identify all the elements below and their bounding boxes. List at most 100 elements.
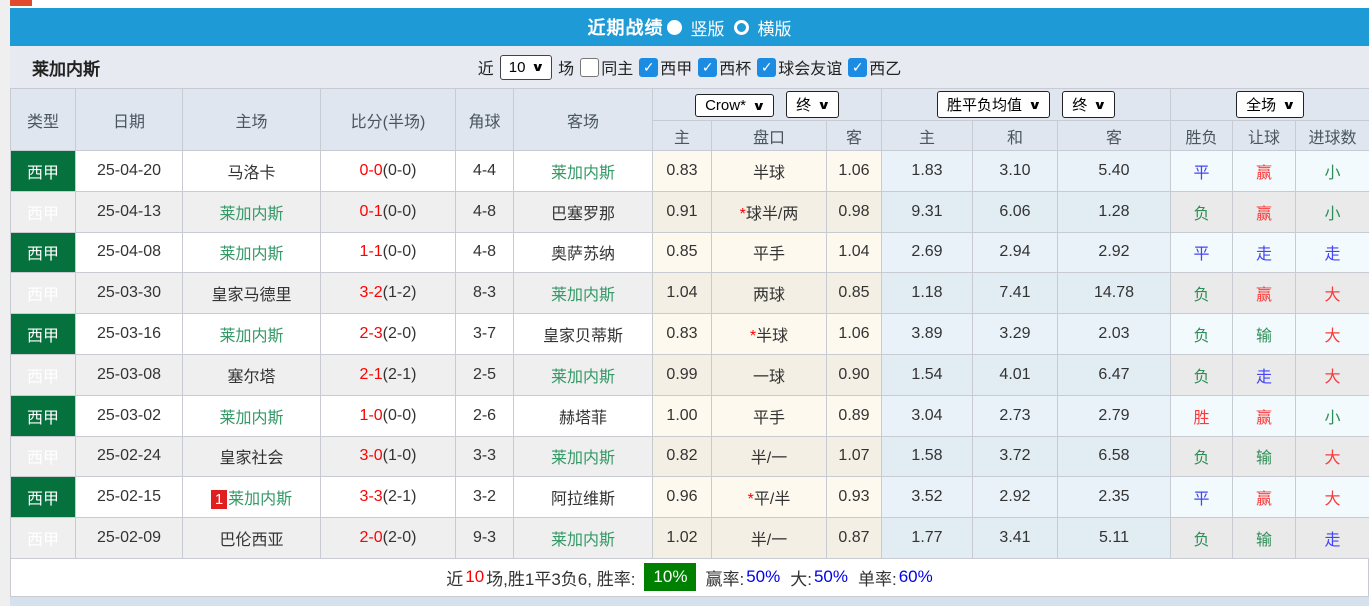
- home-team-name[interactable]: 皇家社会: [219, 450, 283, 467]
- ah-home-odds: 0.99: [653, 354, 712, 395]
- away-team-name[interactable]: 莱加内斯: [551, 369, 615, 386]
- away-team-name[interactable]: 赫塔菲: [559, 410, 607, 427]
- col-home: 主场: [183, 89, 321, 151]
- laliga-checkbox[interactable]: [639, 58, 658, 77]
- titlebar: 近期战绩 竖版 横版: [10, 8, 1369, 46]
- away-team-name[interactable]: 皇家贝蒂斯: [543, 328, 623, 345]
- away-team-name[interactable]: 莱加内斯: [551, 287, 615, 304]
- segunda-checkbox[interactable]: [848, 58, 867, 77]
- home-team-name[interactable]: 马洛卡: [227, 165, 275, 182]
- corners-cell: 8-3: [456, 273, 514, 314]
- horizontal-layout-label[interactable]: 横版: [758, 15, 792, 40]
- table-row: 西甲 25-02-15 1莱加内斯 3-3(2-1) 3-2 阿拉维斯 0.96…: [11, 477, 1369, 518]
- avg-draw-odds: 3.29: [973, 314, 1058, 355]
- fulltime-score: 3-2: [360, 284, 383, 301]
- result-handicap: 走: [1233, 354, 1296, 395]
- avg-home-odds: 1.77: [882, 518, 973, 559]
- result-wdl: 负: [1171, 436, 1233, 477]
- away-team-cell: 阿拉维斯: [514, 477, 653, 518]
- copa-checkbox[interactable]: [698, 58, 717, 77]
- league-badge: 西甲: [11, 191, 76, 232]
- scope-select[interactable]: 全场 ∨: [1236, 91, 1304, 118]
- ah-company-select[interactable]: Crow* ∨: [695, 94, 774, 117]
- away-team-name[interactable]: 巴塞罗那: [551, 206, 615, 223]
- away-team-name[interactable]: 莱加内斯: [551, 165, 615, 182]
- result-handicap: 输: [1233, 436, 1296, 477]
- avg-type-select[interactable]: 胜平负均值 ∨: [937, 91, 1050, 118]
- ah-time-select[interactable]: 终 ∨: [786, 91, 839, 118]
- home-team-cell: 塞尔塔: [183, 354, 321, 395]
- footer-single-label: 单率:: [858, 565, 897, 590]
- match-count-select[interactable]: 10 ∨: [500, 55, 552, 80]
- home-team-name[interactable]: 莱加内斯: [228, 491, 292, 508]
- same-home-label[interactable]: 同主: [601, 55, 633, 79]
- ah-line-text: 半/一: [751, 532, 787, 549]
- vertical-layout-radio[interactable]: [667, 20, 682, 35]
- chevron-down-icon: ∨: [1028, 98, 1042, 112]
- away-team-cell: 莱加内斯: [514, 273, 653, 314]
- score-cell: 3-0(1-0): [321, 436, 456, 477]
- avg-type-value: 胜平负均值: [947, 94, 1022, 115]
- halftime-score: (0-0): [383, 407, 417, 424]
- friendly-label[interactable]: 球会友谊: [778, 55, 842, 79]
- ah-away-odds: 0.89: [827, 395, 882, 436]
- segunda-label[interactable]: 西乙: [869, 55, 901, 79]
- home-team-name[interactable]: 莱加内斯: [219, 206, 283, 223]
- copa-filter: 西杯: [698, 55, 751, 79]
- home-team-name[interactable]: 莱加内斯: [219, 410, 283, 427]
- table-row: 西甲 25-02-09 巴伦西亚 2-0(2-0) 9-3 莱加内斯 1.02 …: [11, 518, 1369, 559]
- away-team-name[interactable]: 奥萨苏纳: [551, 246, 615, 263]
- score-cell: 0-1(0-0): [321, 191, 456, 232]
- score-cell: 2-1(2-1): [321, 354, 456, 395]
- ah-line-text: 平手: [753, 410, 785, 427]
- subcol-goals: 进球数: [1296, 121, 1369, 151]
- subcol-avg-draw: 和: [973, 121, 1058, 151]
- copa-label[interactable]: 西杯: [719, 55, 751, 79]
- avg-draw-odds: 3.10: [973, 151, 1058, 192]
- home-team-name[interactable]: 莱加内斯: [219, 328, 283, 345]
- corners-cell: 3-7: [456, 314, 514, 355]
- away-team-cell: 莱加内斯: [514, 354, 653, 395]
- footer-win-label: 赢率:: [705, 565, 744, 590]
- col-type: 类型: [11, 89, 76, 151]
- top-edge-strip: [10, 0, 1369, 8]
- result-handicap: 赢: [1233, 395, 1296, 436]
- footer-win-pct: 50%: [746, 567, 780, 587]
- win-rate-badge: 10%: [644, 563, 696, 591]
- halftime-score: (1-0): [383, 447, 417, 464]
- corners-cell: 4-8: [456, 232, 514, 273]
- footer-big-pct: 50%: [814, 567, 848, 587]
- ah-line-cell: 一球: [712, 354, 827, 395]
- home-team-name[interactable]: 莱加内斯: [219, 246, 283, 263]
- fulltime-score: 2-0: [360, 529, 383, 546]
- home-team-name[interactable]: 塞尔塔: [227, 369, 275, 386]
- halftime-score: (2-1): [383, 488, 417, 505]
- scope-value: 全场: [1246, 94, 1276, 115]
- subcol-handicap: 让球: [1233, 121, 1296, 151]
- result-wdl: 平: [1171, 232, 1233, 273]
- result-goals: 小: [1296, 151, 1369, 192]
- same-home-filter: 同主: [580, 55, 633, 79]
- avg-home-odds: 9.31: [882, 191, 973, 232]
- same-home-checkbox[interactable]: [580, 58, 599, 77]
- avg-time-select[interactable]: 终 ∨: [1062, 91, 1115, 118]
- away-team-name[interactable]: 阿拉维斯: [551, 491, 615, 508]
- subcol-avg-away: 客: [1058, 121, 1171, 151]
- away-team-name[interactable]: 莱加内斯: [551, 532, 615, 549]
- ah-home-odds: 0.83: [653, 151, 712, 192]
- result-goals: 走: [1296, 232, 1369, 273]
- laliga-label[interactable]: 西甲: [660, 55, 692, 79]
- recent-results-panel: 近期战绩 竖版 横版 莱加内斯 近 10 ∨ 场 同主 西甲 西杯 球会友谊: [10, 0, 1369, 606]
- home-team-name[interactable]: 巴伦西亚: [219, 532, 283, 549]
- horizontal-layout-radio[interactable]: [734, 20, 749, 35]
- friendly-checkbox[interactable]: [757, 58, 776, 77]
- ah-line-cell: *平/半: [712, 477, 827, 518]
- fulltime-score: 1-1: [360, 243, 383, 260]
- vertical-layout-label[interactable]: 竖版: [691, 15, 725, 40]
- home-team-name[interactable]: 皇家马德里: [211, 287, 291, 304]
- table-row: 西甲 25-03-08 塞尔塔 2-1(2-1) 2-5 莱加内斯 0.99 一…: [11, 354, 1369, 395]
- away-team-name[interactable]: 莱加内斯: [551, 450, 615, 467]
- footer-near-count: 10: [465, 567, 484, 587]
- match-date: 25-04-20: [76, 151, 183, 192]
- score-cell: 3-2(1-2): [321, 273, 456, 314]
